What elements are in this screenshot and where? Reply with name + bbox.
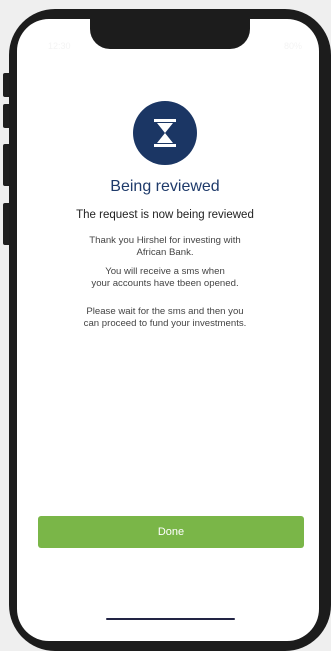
wait-instruction-message: Please wait for the sms and then you can…	[46, 306, 284, 330]
thank-you-message: Thank you Hirshel for investing with Afr…	[46, 235, 284, 259]
status-time: 12:30	[48, 41, 71, 51]
wait-instruction-line-1: Please wait for the sms and then you	[86, 306, 244, 317]
done-button[interactable]: Done	[38, 516, 304, 548]
sms-notice-line-2: your accounts have tbeen opened.	[91, 278, 239, 289]
status-battery: 80%	[284, 41, 303, 51]
device-stage: 12:30 80% Being reviewed The request is …	[0, 0, 331, 651]
sms-notice-line-1: You will receive a sms when	[105, 266, 225, 277]
page-title: Being reviewed	[110, 178, 220, 195]
thank-you-line-2: African Bank.	[136, 247, 194, 258]
review-status-badge	[133, 101, 197, 165]
home-indicator[interactable]	[106, 618, 235, 620]
sms-notice-message: You will receive a sms when your account…	[46, 266, 284, 290]
hourglass-icon	[154, 119, 176, 147]
page-subtitle: The request is now being reviewed	[76, 209, 254, 221]
wait-instruction-line-2: can proceed to fund your investments.	[83, 318, 247, 329]
thank-you-line-1: Thank you Hirshel for investing with	[89, 235, 241, 246]
notch	[90, 19, 250, 49]
